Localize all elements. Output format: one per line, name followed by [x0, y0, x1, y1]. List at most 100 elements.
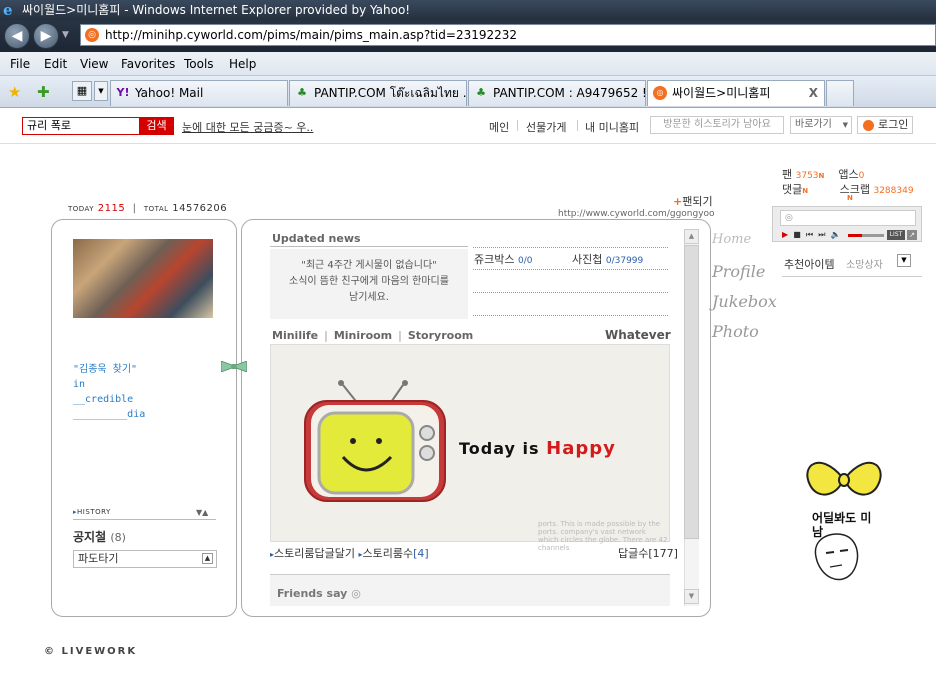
login-label: 로그인: [878, 118, 909, 131]
scroll-up-icon[interactable]: ▲: [684, 229, 699, 244]
quick-tabs-icon[interactable]: ▦: [72, 81, 92, 101]
fan-label: 팬: [782, 168, 793, 181]
player-controls: ▶ ■ ⏮ ⏭ 🔈: [782, 230, 840, 240]
chevron-down-icon[interactable]: ▼: [897, 254, 911, 267]
divider: [782, 276, 922, 277]
divider: [473, 315, 668, 316]
goto-select[interactable]: 바로가기 ▼: [790, 116, 852, 134]
become-fan-link[interactable]: +팬되기: [673, 193, 713, 209]
history-label[interactable]: ▸HISTORY: [73, 508, 111, 516]
tab-label: PANTIP.COM โต๊ะเฉลิมไทย ...: [314, 86, 467, 100]
close-tab-icon[interactable]: X: [809, 81, 818, 105]
menu-edit[interactable]: Edit: [44, 57, 67, 71]
profile-photo[interactable]: [73, 239, 213, 318]
volume-fill: [848, 234, 862, 237]
playlist-button[interactable]: LIST: [887, 230, 905, 240]
recommended-items-label[interactable]: 추천아이템: [784, 256, 835, 272]
menu-tools[interactable]: Tools: [184, 57, 214, 71]
cyworld-favicon-icon: ◎: [85, 28, 99, 42]
login-button[interactable]: 로그인: [857, 116, 913, 134]
play-icon[interactable]: ▶: [782, 230, 788, 239]
jukebox-stat[interactable]: 쥬크박스 0/0: [474, 251, 532, 267]
wave-ride-select[interactable]: 파도타기 ▲: [73, 550, 217, 568]
gift-shop-link[interactable]: 선물가게: [526, 119, 566, 135]
menu-view[interactable]: View: [80, 57, 108, 71]
reply-count: 답글수[177]: [618, 547, 678, 560]
tab-storyroom[interactable]: Storyroom: [408, 329, 473, 342]
side-menu-photo[interactable]: Photo: [712, 322, 759, 341]
side-menu-jukebox[interactable]: Jukebox: [712, 292, 777, 311]
menu-help[interactable]: Help: [229, 57, 256, 71]
circle-icon: ◎: [351, 587, 361, 600]
intro-line: in: [73, 379, 86, 390]
profile-intro: "김종욱 찾기" in __credible _________dia: [73, 362, 145, 422]
stop-icon[interactable]: ■: [793, 230, 801, 239]
prev-icon[interactable]: ⏮: [806, 230, 813, 239]
empty-news-message: "최근 4주간 게시물이 없습니다" 소식이 뜸한 친구에게 마음의 한마디를 …: [270, 249, 468, 319]
fan-count: 3753: [795, 171, 819, 181]
back-button[interactable]: ◀: [4, 23, 30, 49]
tab-minilife[interactable]: Minilife: [272, 329, 318, 342]
comments-label: 댓글: [782, 183, 803, 196]
happy-label: Happy: [546, 438, 616, 459]
intro-line: __credible: [73, 394, 134, 405]
wish-box-label[interactable]: 소망상자: [846, 256, 883, 271]
tab-miniroom[interactable]: Miniroom: [334, 329, 392, 342]
deco-text: 어딜봐도 미남: [812, 511, 872, 539]
tab-pantip-2[interactable]: ♣ PANTIP.COM : A9479652 !!...: [468, 80, 646, 106]
address-input[interactable]: ◎ http://minihp.cyworld.com/pims/main/pi…: [80, 24, 936, 46]
livework-footer: © LIVEWORK: [44, 646, 138, 657]
new-badge: N: [847, 194, 853, 202]
history-toggle-icon[interactable]: ▼▲: [196, 508, 208, 517]
tab-pantip-1[interactable]: ♣ PANTIP.COM โต๊ะเฉลิมไทย ...: [289, 80, 467, 106]
menu-file[interactable]: File: [10, 57, 30, 71]
photo-album-stat[interactable]: 사진첩 0/37999: [572, 251, 643, 267]
apps-label: 앱스: [838, 168, 859, 181]
homepage-url[interactable]: http://www.cyworld.com/ggongyoo: [558, 209, 715, 219]
search-button[interactable]: 검색: [139, 117, 174, 135]
tab-cyworld[interactable]: ◎ 싸이월드>미니홈피 X: [647, 80, 825, 106]
volume-icon[interactable]: 🔈: [831, 230, 841, 239]
window-titlebar: e 싸이월드>미니홈피 - Windows Internet Explorer …: [0, 0, 936, 20]
search-promo-link[interactable]: 눈에 대한 모든 궁금증~ 우..: [182, 119, 313, 135]
chevron-up-icon: ▲: [202, 553, 213, 564]
add-favorite-icon[interactable]: ✚: [37, 83, 50, 101]
next-icon[interactable]: ⏭: [818, 230, 825, 239]
story-reply-link[interactable]: 스토리룸답글달기: [274, 547, 355, 560]
my-minihompy-link[interactable]: 내 미니홈피: [585, 119, 639, 135]
search-input[interactable]: 규리 폭로: [22, 117, 140, 135]
favorites-star-icon[interactable]: ★: [8, 83, 21, 101]
story-count-link[interactable]: 스토리룸수: [363, 547, 414, 560]
new-tab-button[interactable]: [826, 80, 854, 106]
tab-list-dropdown-icon[interactable]: ▼: [94, 81, 108, 101]
tab-label: Yahoo! Mail: [135, 86, 204, 100]
close-player-icon[interactable]: ↗: [907, 230, 917, 240]
forward-button[interactable]: ▶: [33, 23, 59, 49]
history-dropdown-icon[interactable]: ▼: [62, 30, 69, 40]
storyroom-links: ▸스토리룸답글달기 ▸스토리룸수[4]: [270, 547, 429, 560]
room-title: Whatever: [605, 328, 671, 342]
side-menu-profile[interactable]: Profile: [712, 262, 765, 281]
notice-label: 공지철: [73, 530, 107, 544]
side-menu-home[interactable]: Home: [712, 232, 751, 247]
total-count: 14576206: [172, 203, 228, 214]
main-link[interactable]: 메인: [489, 119, 509, 135]
divider: [517, 120, 518, 131]
today-is-happy-text: Today is Happy: [459, 438, 616, 459]
menu-favorites[interactable]: Favorites: [121, 57, 175, 71]
visit-history-box[interactable]: 방문한 히스토리가 남아요: [650, 116, 784, 134]
cyworld-icon: ◎: [653, 86, 667, 100]
yahoo-icon: Y!: [116, 86, 130, 99]
intro-line: _________dia: [73, 409, 146, 420]
goto-label: 바로가기: [795, 119, 832, 130]
empty-msg-line: 소식이 뜸한 친구에게 마음의 한마디를: [289, 276, 449, 287]
scroll-down-icon[interactable]: ▼: [684, 589, 699, 604]
scrap-count: 3288349: [873, 186, 914, 196]
intro-line: "김종욱 찾기": [73, 364, 138, 375]
chevron-down-icon: ▼: [842, 121, 848, 129]
tab-yahoo-mail[interactable]: Y! Yahoo! Mail: [110, 80, 288, 106]
divider: [473, 247, 668, 248]
friends-say-label: Friends say ◎: [277, 587, 361, 600]
scrollbar-thumb[interactable]: [684, 245, 699, 539]
tab-label: PANTIP.COM : A9479652 !!...: [493, 86, 645, 100]
